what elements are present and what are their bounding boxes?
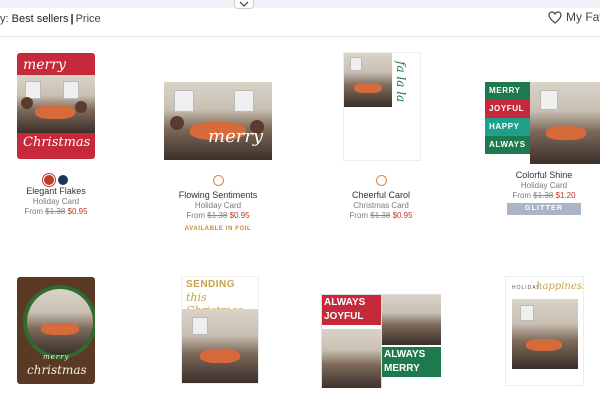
card-price: From $1.38 $0.95: [349, 211, 413, 220]
thumb-text-merry: merry: [43, 353, 70, 361]
card-type: Holiday Card: [520, 181, 568, 190]
swatch-navy[interactable]: [58, 175, 68, 185]
thumb-text-fa-la-la: fa la la: [394, 61, 408, 103]
thumb-text-christmas: christmas: [27, 363, 87, 377]
card-thumbnail-sending-christmas[interactable]: SENDING this Christmas: [181, 276, 259, 384]
card-thumbnail-colorful-shine[interactable]: MERRY JOYFUL HAPPY ALWAYS: [485, 82, 600, 164]
sort-best-sellers[interactable]: Best sellers: [12, 13, 69, 25]
color-swatch[interactable]: [375, 175, 387, 186]
swatch-red[interactable]: [44, 175, 54, 185]
thumb-text-always: ALWAYS: [485, 136, 530, 154]
card-name[interactable]: Cheerful Carol: [331, 189, 431, 201]
thumb-text-christmas: Christmas: [23, 135, 91, 150]
card-thumbnail-holiday-happiness[interactable]: HOLIDAY happiness: [505, 276, 584, 386]
card-thumbnail-flowing-sentiments[interactable]: merry: [164, 82, 272, 160]
thumb-text-happiness: happiness: [536, 281, 584, 292]
card-info-flowing-sentiments: Flowing Sentiments Holiday Card From $1.…: [168, 175, 268, 234]
card-thumbnail-merry-christmas-wreath[interactable]: merry christmas: [17, 277, 95, 384]
sort-separator: |: [70, 13, 74, 25]
thumb-text-joyful: JOYFUL: [485, 100, 530, 118]
card-info-colorful-shine: Colorful Shine Holiday Card From $1.38 $…: [494, 169, 594, 215]
card-name[interactable]: Colorful Shine: [494, 169, 594, 181]
card-price: From $1.38 $1.20: [512, 191, 576, 200]
glitter-badge: GLITTER: [506, 203, 582, 215]
sort-price[interactable]: Price: [76, 13, 101, 25]
my-favorites-label: My Favo: [566, 10, 600, 24]
thumb-text-merry: merry: [23, 57, 66, 73]
chevron-down-icon: [239, 1, 249, 7]
card-type: Holiday Card: [194, 201, 242, 210]
card-type: Holiday Card: [32, 197, 80, 207]
thumb-text-merry: MERRY: [485, 82, 530, 100]
color-swatches: [6, 175, 106, 185]
heart-icon: [548, 10, 562, 24]
top-strip: [0, 0, 600, 8]
thumb-text-always-1: ALWAYS: [322, 295, 382, 311]
card-price: From $1.38 $0.95: [24, 207, 88, 217]
card-name[interactable]: Flowing Sentiments: [168, 189, 268, 201]
sort-control[interactable]: y: Best sellers | Price: [0, 13, 101, 25]
card-name[interactable]: Elegant Flakes: [6, 185, 106, 197]
thumb-text-joyful: JOYFUL: [322, 311, 382, 325]
thumb-text-sending: SENDING: [186, 279, 236, 290]
card-price: From $1.38 $0.95: [186, 211, 250, 220]
thumb-text-happy: HAPPY: [485, 118, 530, 136]
card-thumbnail-always-joyful[interactable]: ALWAYS JOYFUL ALWAYS MERRY: [321, 294, 441, 388]
card-info-elegant-flakes: Elegant Flakes Holiday Card From $1.38 $…: [6, 175, 106, 217]
card-info-cheerful-carol: Cheerful Carol Christmas Card From $1.38…: [331, 175, 431, 221]
thumb-text-merry: merry: [208, 126, 264, 147]
foil-swatch[interactable]: [212, 175, 224, 186]
thumb-text-merry: MERRY: [382, 363, 441, 377]
foil-badge: AVAILABLE IN FOIL: [184, 226, 252, 232]
sort-prefix: y:: [0, 13, 9, 25]
thumb-text-always-2: ALWAYS: [382, 347, 441, 363]
card-thumbnail-elegant-flakes[interactable]: merry Christmas: [17, 53, 95, 159]
card-thumbnail-cheerful-carol[interactable]: fa la la: [343, 52, 421, 161]
card-type: Christmas Card: [353, 201, 409, 210]
my-favorites-link[interactable]: My Favo: [548, 10, 600, 24]
